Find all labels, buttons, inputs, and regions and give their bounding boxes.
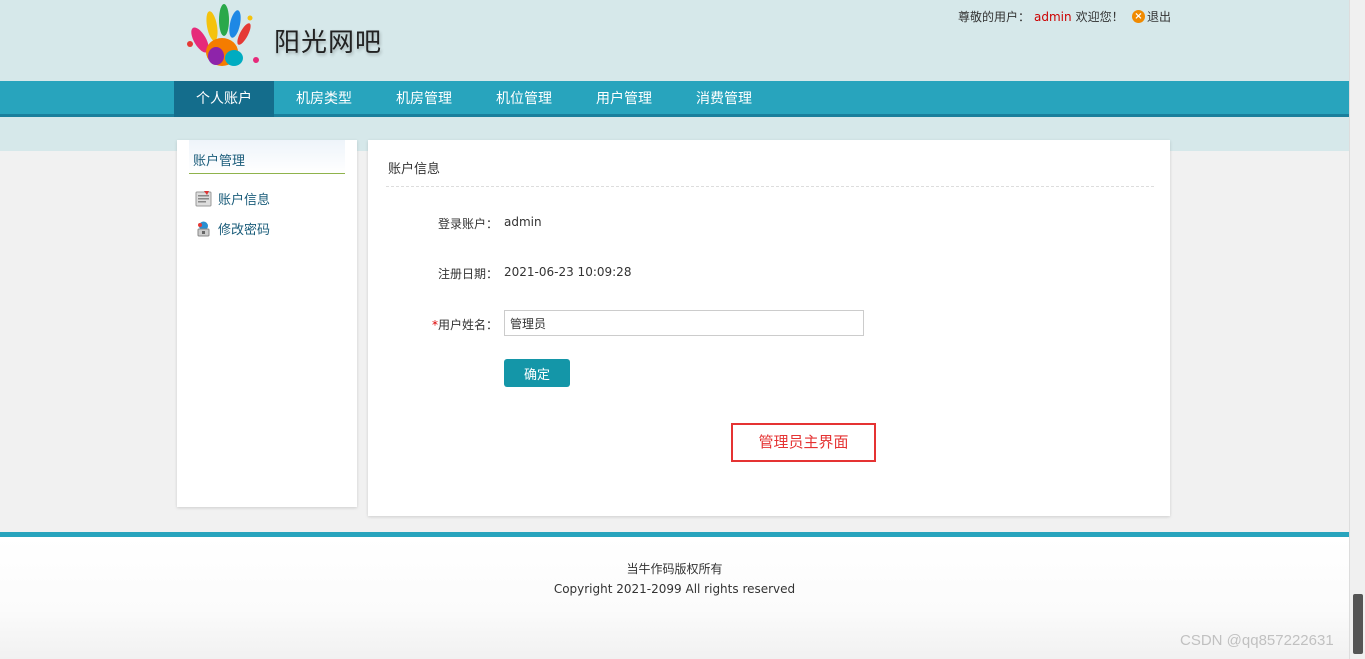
nav-room-types[interactable]: 机房类型	[274, 81, 374, 117]
footer: 当牛作码版权所有 Copyright 2021-2099 All rights …	[0, 537, 1349, 659]
nav-user-management[interactable]: 用户管理	[574, 81, 674, 117]
sidebar-item-change-password[interactable]: 修改密码	[195, 219, 270, 238]
login-account-label: 登录账户：	[437, 217, 498, 231]
logout-link[interactable]: × 退出	[1132, 8, 1171, 25]
header: 阳光网吧 尊敬的用户： admin 欢迎您！ × 退出	[0, 0, 1349, 81]
close-circle-icon: ×	[1132, 10, 1145, 23]
username: admin	[1034, 10, 1072, 24]
watermark: CSDN @qq857222631	[1180, 632, 1334, 649]
user-name-label: *用户姓名：	[368, 316, 498, 333]
greeting-prefix: 尊敬的用户：	[958, 10, 1031, 24]
nav-consumption-management[interactable]: 消费管理	[674, 81, 774, 117]
sidebar-item-label: 修改密码	[218, 223, 271, 238]
footer-copyright-text: Copyright 2021-2099 All rights reserved	[553, 582, 796, 596]
footer-copyright-owner: 当牛作码版权所有	[626, 562, 723, 576]
confirm-button[interactable]: 确定	[504, 359, 570, 387]
nav-seat-management[interactable]: 机位管理	[474, 81, 574, 117]
greeting-suffix: 欢迎您！	[1075, 10, 1124, 24]
register-date-value: 2021-06-23 10:09:28	[504, 265, 632, 279]
logo-hands-icon	[187, 4, 259, 66]
sidebar-item-account-info[interactable]: 账户信息	[195, 189, 270, 208]
change-password-icon	[197, 221, 210, 237]
user-name-label-text: 用户姓名：	[437, 318, 498, 332]
user-name-input[interactable]	[504, 310, 864, 336]
sidebar: 账户管理 账户信息 修改密码	[177, 140, 357, 507]
login-account-value: admin	[504, 215, 542, 229]
scrollbar-thumb[interactable]	[1353, 594, 1363, 654]
main-nav: 个人账户 机房类型 机房管理 机位管理 用户管理 消费管理	[0, 81, 1349, 117]
main-panel: 账户信息 登录账户： admin 注册日期： 2021-06-23 10:09:…	[368, 140, 1170, 516]
annotation-label: 管理员主界面	[731, 423, 876, 462]
user-greeting: 尊敬的用户： admin 欢迎您！	[958, 8, 1124, 25]
sidebar-title: 账户管理	[189, 140, 345, 174]
site-logo-text: 阳光网吧	[274, 28, 383, 58]
nav-room-management[interactable]: 机房管理	[374, 81, 474, 117]
panel-title: 账户信息	[386, 140, 1154, 187]
logout-label: 退出	[1147, 10, 1172, 24]
nav-personal-account[interactable]: 个人账户	[174, 81, 274, 117]
sidebar-item-label: 账户信息	[218, 193, 271, 208]
register-date-label: 注册日期：	[437, 267, 498, 281]
account-info-icon	[195, 191, 212, 207]
page: 阳光网吧 尊敬的用户： admin 欢迎您！ × 退出 个人账户 机房类型 机房管理…	[0, 0, 1349, 659]
vertical-scrollbar[interactable]	[1349, 0, 1365, 659]
